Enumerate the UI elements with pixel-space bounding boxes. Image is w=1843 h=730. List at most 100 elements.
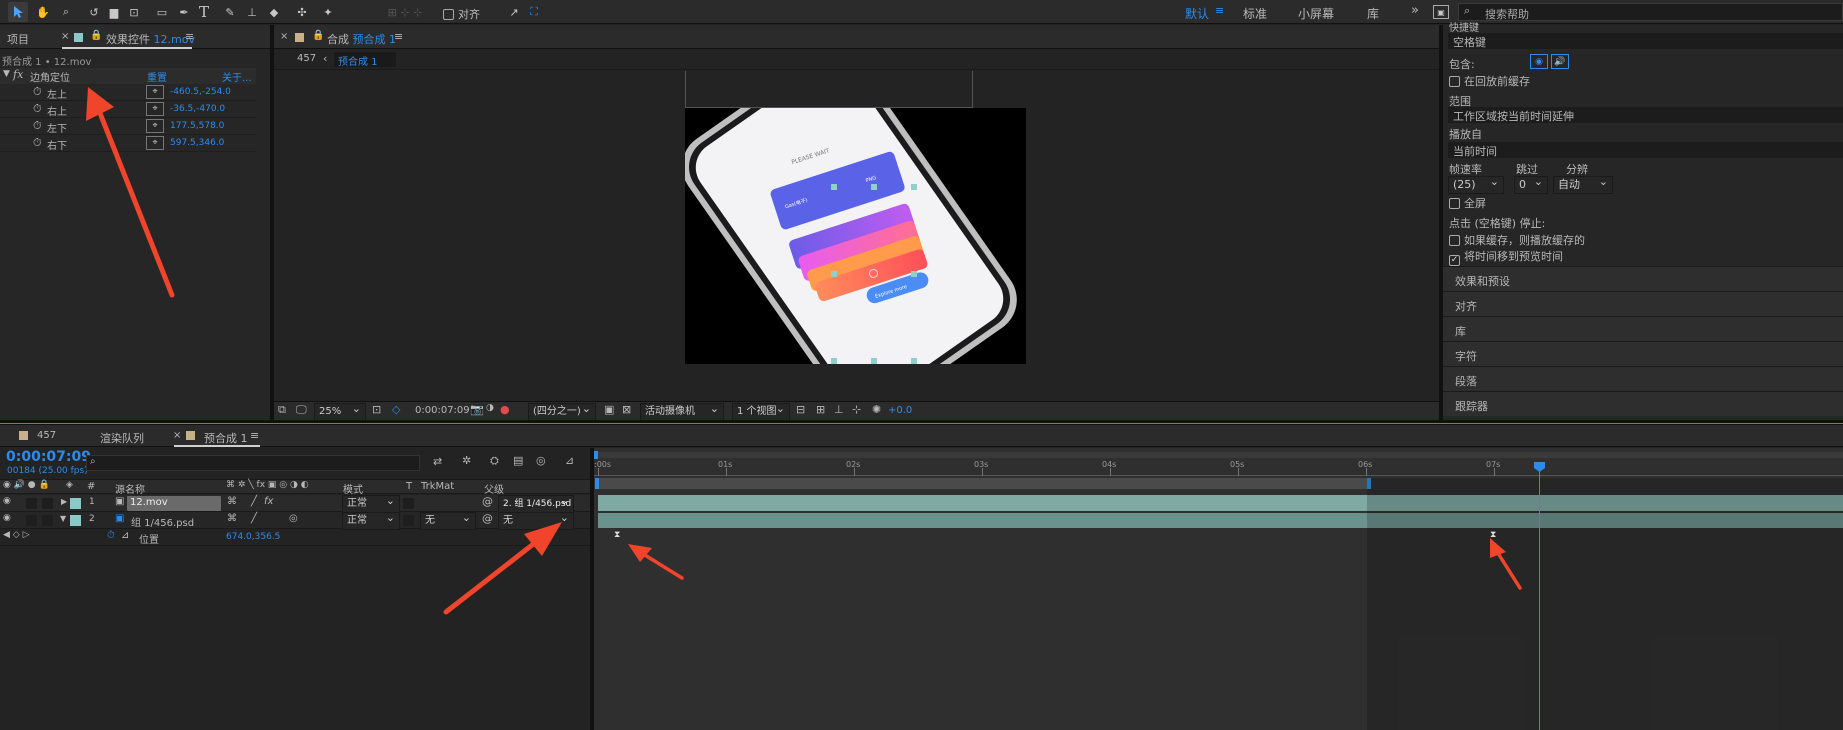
close-icon[interactable]: × [61,31,69,42]
layer-switch-box[interactable] [26,515,37,526]
monitor-icon[interactable]: 🖵 [296,403,307,417]
workspace-menu-icon[interactable]: ≡ [1215,4,1224,17]
crumb-root[interactable]: 457 [297,53,316,64]
always-preview-icon[interactable]: ⧉ [278,403,286,417]
zoom-dropdown[interactable]: 25% [314,401,366,421]
move-time-option[interactable]: 将时间移到预览时间 [1449,248,1563,266]
stopwatch-icon[interactable]: ⏱ [33,102,42,116]
move-time-checkbox[interactable] [1449,255,1460,266]
motion-blur-switch-icon[interactable]: ◎ [289,513,298,524]
timecode[interactable]: 0:00:07:09 [6,449,91,465]
rectangle-tool-icon[interactable]: ▭ [152,2,172,22]
blend-mode-dropdown[interactable]: 正常 [342,510,400,530]
tab-precomp[interactable]: 预合成 1 [204,430,248,446]
flowchart-icon[interactable]: ⊹ [852,403,861,416]
stopwatch-icon[interactable]: ⏱ [33,85,42,99]
help-search-box[interactable]: ⌕ 搜索帮助 [1458,3,1843,21]
transform-handle[interactable] [831,271,837,277]
transform-handle[interactable] [911,271,917,277]
section-align[interactable]: 对齐 [1443,291,1843,316]
stopwatch-icon[interactable]: ⏱ [33,136,42,150]
time-navigator[interactable] [594,451,1843,459]
selection-tool-icon[interactable] [8,2,28,22]
transform-handle[interactable] [871,184,877,190]
tab-render-queue[interactable]: 渲染队列 [100,430,144,446]
shy-layers-icon[interactable]: ⛭ [490,454,499,468]
snapshot-icon[interactable]: 📷 [470,403,484,416]
workspace-library[interactable]: 库 [1367,5,1379,22]
stopwatch-icon[interactable]: ⏱ [33,119,42,133]
fullscreen-option[interactable]: 全屏 [1449,195,1486,211]
shortcut-dropdown[interactable]: 空格键 [1448,33,1843,49]
exposure-icon[interactable]: ✺ [872,403,881,416]
timeline-icon[interactable]: ⊥ [834,403,844,416]
crumb-current[interactable]: 预合成 1 [334,52,396,68]
expand-triangle-icon[interactable]: ▶ [61,497,67,506]
preserve-transparency-box[interactable] [403,498,414,509]
align-checkbox[interactable] [443,9,454,20]
eraser-tool-icon[interactable]: ◆ [264,2,284,22]
range-dropdown[interactable]: 工作区域按当前时间延伸 [1448,107,1843,123]
skip-dropdown[interactable]: 0 [1514,174,1548,194]
workspace-standard[interactable]: 标准 [1243,5,1267,22]
pan-behind-tool-icon[interactable]: ⊡ [124,2,144,22]
motion-blur-icon[interactable]: ◎ [536,454,546,467]
views-dropdown[interactable]: 1 个视图 [732,401,790,421]
text-tool-icon[interactable]: T [194,2,214,22]
draft-3d-icon[interactable]: ✲ [462,454,471,467]
fit-icon[interactable]: ⊡ [372,403,381,416]
cache-checkbox[interactable] [1449,76,1460,87]
panel-menu-icon[interactable]: ≡ [250,429,259,442]
section-paragraph[interactable]: 段落 [1443,366,1843,391]
panel-toggle-icon[interactable]: ▣ [1433,5,1449,19]
pick-whip-icon[interactable]: @ [482,495,493,508]
work-area-bar[interactable] [595,478,1371,489]
layer-label-color[interactable] [70,515,81,526]
layer-row[interactable]: ◉ ▶ 1 ▣ 12.mov ⌘ ╱ fx 正常 @ 2. 组 1/456.ps… [0,493,590,513]
rotate-tool-icon[interactable]: ↺ [84,2,104,22]
frame-blend-icon[interactable]: ▤ [513,454,523,467]
property-value[interactable]: 674.0,356.5 [226,532,280,542]
transparency-grid-icon[interactable]: ⊠ [622,403,631,416]
about-link[interactable]: 关于... [222,69,252,84]
exposure-value[interactable]: +0.0 [888,405,912,416]
tab-project[interactable]: 项目 [7,31,29,47]
panel-menu-icon[interactable]: ≡ [394,30,403,43]
shy-switch-icon[interactable]: ⌘ [227,513,237,524]
mask-visibility-icon[interactable]: ◇ [392,403,400,416]
fullscreen-checkbox[interactable] [1449,198,1460,209]
work-area-start[interactable] [595,478,599,489]
lock-icon[interactable]: 🔒 [312,30,324,41]
comp-mini-flowchart-icon[interactable]: ⇄ [433,455,442,468]
snap-grid-icon[interactable]: ⛶ [524,2,544,22]
layer-switch-box[interactable] [42,498,53,509]
reset-link[interactable]: 重置 [147,69,167,84]
brush-tool-icon[interactable]: ✎ [220,2,240,22]
fps-dropdown[interactable]: (25) [1448,174,1504,194]
layer-switch-box[interactable] [26,498,37,509]
quality-switch-icon[interactable]: ╱ [251,496,257,507]
snap-icon[interactable]: ↗ [504,2,524,22]
layer-search-input[interactable]: ⌕ [86,455,420,471]
include-video-icon[interactable]: ◉ [1530,54,1548,69]
lock-icon[interactable]: 🔒 [90,30,102,41]
if-cached-checkbox[interactable] [1449,235,1460,246]
workspace-small-screen[interactable]: 小屏幕 [1298,5,1334,22]
shy-switch-icon[interactable]: ⌘ [227,496,237,507]
zoom-tool-icon[interactable]: ⌕ [56,2,76,22]
camera-dropdown[interactable]: 活动摄像机 [640,401,724,421]
stamp-tool-icon[interactable]: ⊥ [242,2,262,22]
fx-icon[interactable]: fx [13,68,23,81]
keyframe-icon[interactable]: ⧗ [614,531,623,540]
if-cached-option[interactable]: 如果缓存，则播放缓存的 [1449,232,1585,248]
transform-handle[interactable] [911,358,917,364]
tab-composition[interactable]: 合成 预合成 1 [327,31,396,47]
graph-icon[interactable]: ⊿ [121,530,129,541]
play-from-dropdown[interactable]: 当前时间 [1448,142,1843,158]
transform-handle[interactable] [831,358,837,364]
fx-switch-icon[interactable]: fx [264,496,273,507]
camera-tool-icon[interactable]: ▆ [104,2,124,22]
3d-view-icon[interactable]: ⊞ [816,403,825,416]
hand-tool-icon[interactable]: ✋ [33,2,53,22]
toggle-view-icon[interactable]: ⊟ [796,403,805,416]
